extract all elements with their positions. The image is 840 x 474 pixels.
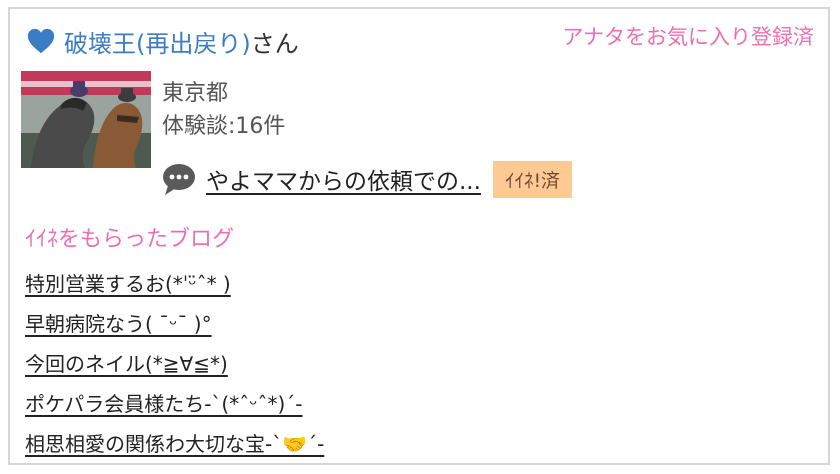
speech-bubble-icon	[163, 164, 195, 195]
review-row: やよママからの依頼での... ｲｲﾈ!済	[162, 160, 573, 198]
user-experience-count: 体験談:16件	[162, 114, 286, 139]
heart-icon[interactable]	[26, 26, 56, 56]
favorite-status: アナタをお気に入り登録済	[562, 25, 814, 49]
blog-list: 特別営業するお(*ˈᵕ̈ˆ* ) 早朝病院なう( ˉᵕˉ )° 今回のネイル(*…	[25, 264, 324, 464]
user-card: 破壊王(再出戻り) さん アナタをお気に入り登録済 東京都 体験談:16件 やよ…	[8, 7, 830, 465]
blog-link[interactable]: ポケパラ会員様たち-ˋ(*ˆᵕˆ*)ˊ-	[25, 384, 324, 424]
avatar[interactable]	[21, 71, 151, 168]
blog-link[interactable]: 今回のネイル(*≧∀≦*)	[25, 344, 324, 384]
card-header: 破壊王(再出戻り) さん	[26, 23, 299, 59]
username-link[interactable]: 破壊王(再出戻り)	[64, 24, 251, 59]
blog-link[interactable]: 相思相愛の関係わ大切な宝-ˋ🤝ˊ-	[25, 424, 324, 464]
review-link[interactable]: やよママからの依頼での...	[206, 162, 481, 196]
user-location: 東京都	[162, 81, 229, 106]
avatar-photo	[21, 71, 151, 168]
liked-blogs-title: ｲｲﾈをもらったブログ	[25, 227, 235, 252]
blog-link[interactable]: 特別営業するお(*ˈᵕ̈ˆ* )	[25, 264, 324, 304]
blog-link[interactable]: 早朝病院なう( ˉᵕˉ )°	[25, 304, 324, 344]
honorific-suffix: さん	[250, 29, 299, 58]
user-meta: 東京都 体験談:16件	[162, 77, 285, 143]
like-badge: ｲｲﾈ!済	[492, 160, 573, 198]
